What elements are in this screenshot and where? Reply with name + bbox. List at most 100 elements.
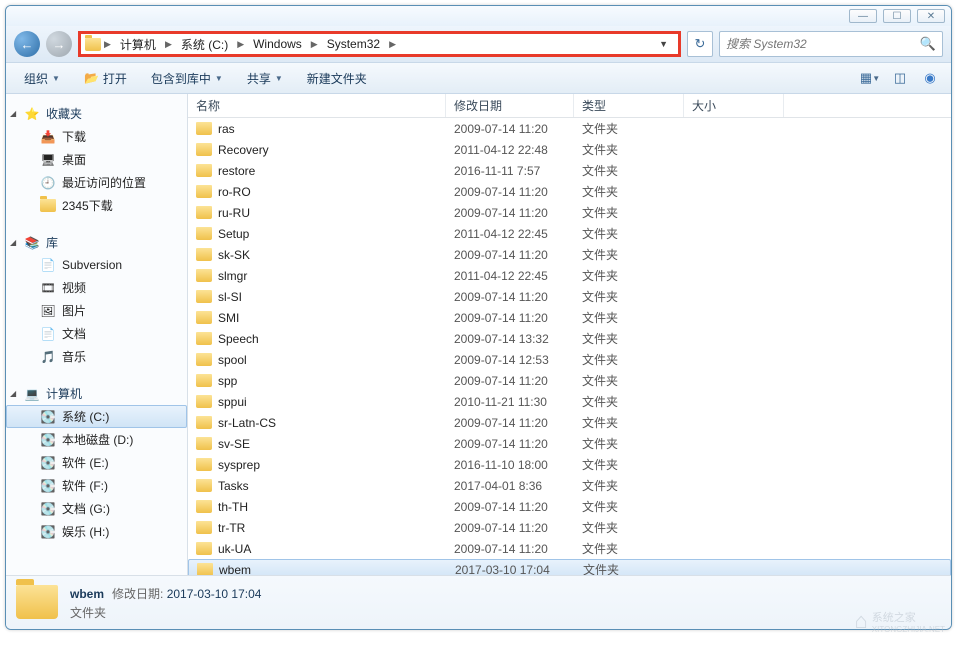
table-row[interactable]: sppui2010-11-21 11:30文件夹 [188, 391, 951, 412]
file-name: spool [218, 353, 247, 367]
details-pane: wbem修改日期: 2017-03-10 17:04 文件夹 [6, 575, 951, 629]
column-name[interactable]: 名称 [188, 94, 446, 117]
file-type: 文件夹 [574, 498, 684, 515]
column-headers: 名称 修改日期 类型 大小 [188, 94, 951, 118]
download-icon: 📥 [40, 129, 56, 145]
file-rows: ras2009-07-14 11:20文件夹Recovery2011-04-12… [188, 118, 951, 575]
drive-icon: 💽 [40, 409, 56, 425]
file-type: 文件夹 [574, 435, 684, 452]
address-dropdown[interactable]: ▼ [653, 39, 674, 49]
include-library-menu[interactable]: 包含到库中▼ [141, 66, 233, 91]
chevron-right-icon: ▶ [308, 39, 321, 50]
sidebar-item-recent[interactable]: 🕘最近访问的位置 [6, 171, 187, 194]
close-button[interactable]: ✕ [917, 9, 945, 23]
chevron-down-icon: ▼ [52, 74, 60, 83]
table-row[interactable]: sv-SE2009-07-14 11:20文件夹 [188, 433, 951, 454]
table-row[interactable]: ras2009-07-14 11:20文件夹 [188, 118, 951, 139]
file-date: 2009-07-14 11:20 [446, 248, 574, 262]
folder-icon [196, 437, 212, 450]
file-name: slmgr [218, 269, 247, 283]
table-row[interactable]: ro-RO2009-07-14 11:20文件夹 [188, 181, 951, 202]
breadcrumb-windows[interactable]: Windows [247, 34, 308, 54]
table-row[interactable]: uk-UA2009-07-14 11:20文件夹 [188, 538, 951, 559]
column-size[interactable]: 大小 [684, 94, 784, 117]
file-name: sppui [218, 395, 247, 409]
sidebar-libraries[interactable]: 📚库 [6, 231, 187, 254]
file-type: 文件夹 [574, 246, 684, 263]
file-type: 文件夹 [574, 267, 684, 284]
table-row[interactable]: th-TH2009-07-14 11:20文件夹 [188, 496, 951, 517]
view-options-button[interactable]: ▦▼ [857, 67, 883, 89]
file-list: 名称 修改日期 类型 大小 ras2009-07-14 11:20文件夹Reco… [188, 94, 951, 575]
sidebar-item-drive-h[interactable]: 💽娱乐 (H:) [6, 520, 187, 543]
breadcrumb-drive-c[interactable]: 系统 (C:) [175, 34, 234, 54]
table-row[interactable]: restore2016-11-11 7:57文件夹 [188, 160, 951, 181]
table-row[interactable]: sl-SI2009-07-14 11:20文件夹 [188, 286, 951, 307]
file-type: 文件夹 [574, 456, 684, 473]
search-icon[interactable]: 🔍 [920, 36, 936, 52]
minimize-button[interactable]: — [849, 9, 877, 23]
table-row[interactable]: sysprep2016-11-10 18:00文件夹 [188, 454, 951, 475]
preview-pane-button[interactable]: ◫ [887, 67, 913, 89]
open-button[interactable]: 📂打开 [74, 66, 137, 91]
sidebar-item-pictures[interactable]: 🖼图片 [6, 299, 187, 322]
sidebar-item-subversion[interactable]: 📄Subversion [6, 254, 187, 276]
file-name: sl-SI [218, 290, 242, 304]
table-row[interactable]: spp2009-07-14 11:20文件夹 [188, 370, 951, 391]
table-row[interactable]: wbem2017-03-10 17:04文件夹 [188, 559, 951, 575]
folder-icon [196, 311, 212, 324]
sidebar-item-drive-d[interactable]: 💽本地磁盘 (D:) [6, 428, 187, 451]
sidebar-item-drive-e[interactable]: 💽软件 (E:) [6, 451, 187, 474]
nav-back-button[interactable]: ← [14, 31, 40, 57]
table-row[interactable]: slmgr2011-04-12 22:45文件夹 [188, 265, 951, 286]
sidebar-item-2345[interactable]: 2345下载 [6, 194, 187, 217]
file-date: 2009-07-14 11:20 [446, 290, 574, 304]
table-row[interactable]: sr-Latn-CS2009-07-14 11:20文件夹 [188, 412, 951, 433]
table-row[interactable]: SMI2009-07-14 11:20文件夹 [188, 307, 951, 328]
sidebar-item-videos[interactable]: 🎞视频 [6, 276, 187, 299]
sidebar-item-drive-g[interactable]: 💽文档 (G:) [6, 497, 187, 520]
refresh-button[interactable]: ↻ [687, 31, 713, 57]
address-bar[interactable]: ▶ 计算机 ▶ 系统 (C:) ▶ Windows ▶ System32 ▶ ▼ [78, 31, 681, 57]
folder-icon [196, 185, 212, 198]
folder-icon [40, 198, 56, 214]
maximize-button[interactable]: ☐ [883, 9, 911, 23]
share-menu[interactable]: 共享▼ [237, 66, 293, 91]
sidebar-item-downloads[interactable]: 📥下载 [6, 125, 187, 148]
sidebar-item-desktop[interactable]: 🖥桌面 [6, 148, 187, 171]
file-name: ro-RO [218, 185, 251, 199]
table-row[interactable]: tr-TR2009-07-14 11:20文件夹 [188, 517, 951, 538]
table-row[interactable]: sk-SK 2009-07-14 11:20文件夹 [188, 244, 951, 265]
sidebar-item-drive-f[interactable]: 💽软件 (F:) [6, 474, 187, 497]
column-type[interactable]: 类型 [574, 94, 684, 117]
file-name: sk-SK [218, 248, 250, 262]
help-button[interactable]: ◉ [917, 67, 943, 89]
file-name: ru-RU [218, 206, 250, 220]
table-row[interactable]: Setup2011-04-12 22:45文件夹 [188, 223, 951, 244]
drive-icon: 💽 [40, 501, 56, 517]
table-row[interactable]: spool2009-07-14 12:53文件夹 [188, 349, 951, 370]
table-row[interactable]: Speech2009-07-14 13:32文件夹 [188, 328, 951, 349]
table-row[interactable]: ru-RU2009-07-14 11:20文件夹 [188, 202, 951, 223]
file-date: 2011-04-12 22:45 [446, 227, 574, 241]
sidebar-favorites[interactable]: ⭐收藏夹 [6, 102, 187, 125]
search-box[interactable]: 🔍 [719, 31, 943, 57]
sidebar-item-documents[interactable]: 📄文档 [6, 322, 187, 345]
video-icon: 🎞 [40, 280, 56, 296]
sidebar-item-music[interactable]: 🎵音乐 [6, 345, 187, 368]
breadcrumb-computer[interactable]: 计算机 [114, 34, 162, 54]
new-folder-button[interactable]: 新建文件夹 [297, 66, 377, 91]
file-type: 文件夹 [574, 120, 684, 137]
table-row[interactable]: Tasks2017-04-01 8:36文件夹 [188, 475, 951, 496]
details-date-label: 修改日期: [112, 587, 163, 601]
search-input[interactable] [726, 37, 920, 51]
picture-icon: 🖼 [40, 303, 56, 319]
column-date[interactable]: 修改日期 [446, 94, 574, 117]
table-row[interactable]: Recovery2011-04-12 22:48文件夹 [188, 139, 951, 160]
sidebar-computer[interactable]: 💻计算机 [6, 382, 187, 405]
breadcrumb-system32[interactable]: System32 [321, 34, 386, 54]
nav-forward-button[interactable]: → [46, 31, 72, 57]
sidebar-item-drive-c[interactable]: 💽系统 (C:) [6, 405, 187, 428]
organize-menu[interactable]: 组织▼ [14, 66, 70, 91]
recent-icon: 🕘 [40, 175, 56, 191]
